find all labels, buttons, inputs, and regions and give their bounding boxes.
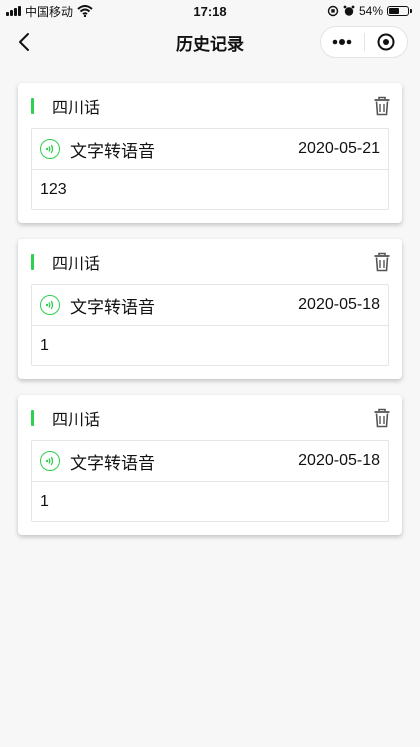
- record-content: 123: [40, 181, 67, 198]
- record-content: 1: [40, 337, 49, 354]
- record-title: 四川话: [52, 411, 101, 429]
- signal-icon: [6, 6, 21, 16]
- wifi-icon: [77, 5, 93, 17]
- delete-button[interactable]: [373, 96, 391, 116]
- record-body: 文字转语音 2020-05-18 1: [31, 284, 389, 366]
- trash-icon: [374, 408, 390, 428]
- status-right: 54%: [327, 4, 412, 18]
- battery-percent: 54%: [358, 4, 383, 18]
- record-card: 四川话 文字转语音: [18, 239, 402, 379]
- audio-wave-icon: [45, 300, 54, 310]
- record-info-row: 文字转语音 2020-05-21: [32, 129, 388, 170]
- record-body: 文字转语音 2020-05-18 1: [31, 440, 389, 522]
- more-button[interactable]: [321, 27, 364, 57]
- accent-bar: [31, 253, 34, 270]
- card-header: 四川话: [31, 83, 391, 128]
- page-title: 历史记录: [176, 34, 244, 54]
- accent-bar: [31, 409, 34, 426]
- record-date: 2020-05-21: [298, 140, 380, 157]
- chevron-left-icon: [19, 33, 29, 51]
- audio-play-button[interactable]: [40, 295, 60, 315]
- trash-icon: [374, 96, 390, 116]
- status-bar: 中国移动 17:18 54%: [0, 0, 420, 22]
- record-date: 2020-05-18: [298, 452, 380, 469]
- alarm-icon: [343, 5, 355, 16]
- record-title: 四川话: [52, 99, 101, 117]
- audio-wave-icon: [45, 144, 54, 154]
- card-header: 四川话: [31, 395, 391, 440]
- audio-wave-icon: [45, 456, 54, 466]
- record-card: 四川话 文字转语音: [18, 83, 402, 223]
- close-button[interactable]: [365, 27, 408, 57]
- audio-play-button[interactable]: [40, 139, 60, 159]
- delete-button[interactable]: [373, 408, 391, 428]
- record-info-row: 文字转语音 2020-05-18: [32, 441, 388, 482]
- record-type-label: 文字转语音: [70, 141, 155, 161]
- more-dots-icon: [332, 39, 352, 45]
- status-left: 中国移动: [6, 3, 93, 20]
- record-list: 四川话 文字转语音 2020-05-21 123 四川话 文字转语音 2020-…: [18, 83, 402, 551]
- card-header: 四川话: [31, 239, 391, 284]
- mini-program-capsule: [320, 26, 408, 58]
- battery-fill: [389, 8, 399, 14]
- record-body: 文字转语音 2020-05-21 123: [31, 128, 389, 210]
- battery-icon: [387, 6, 412, 16]
- nav-bar: 历史记录: [0, 22, 420, 62]
- record-date: 2020-05-18: [298, 296, 380, 313]
- carrier-name: 中国移动: [25, 4, 74, 19]
- record-type-label: 文字转语音: [70, 297, 155, 317]
- record-type-label: 文字转语音: [70, 453, 155, 473]
- trash-icon: [374, 252, 390, 272]
- record-card: 四川话 文字转语音: [18, 395, 402, 535]
- record-content: 1: [40, 493, 49, 510]
- record-info-row: 文字转语音 2020-05-18: [32, 285, 388, 326]
- accent-bar: [31, 97, 34, 114]
- orientation-lock-icon: [327, 5, 339, 17]
- target-circle-icon: [377, 33, 395, 51]
- delete-button[interactable]: [373, 252, 391, 272]
- record-title: 四川话: [52, 255, 101, 273]
- back-button[interactable]: [10, 28, 38, 56]
- audio-play-button[interactable]: [40, 451, 60, 471]
